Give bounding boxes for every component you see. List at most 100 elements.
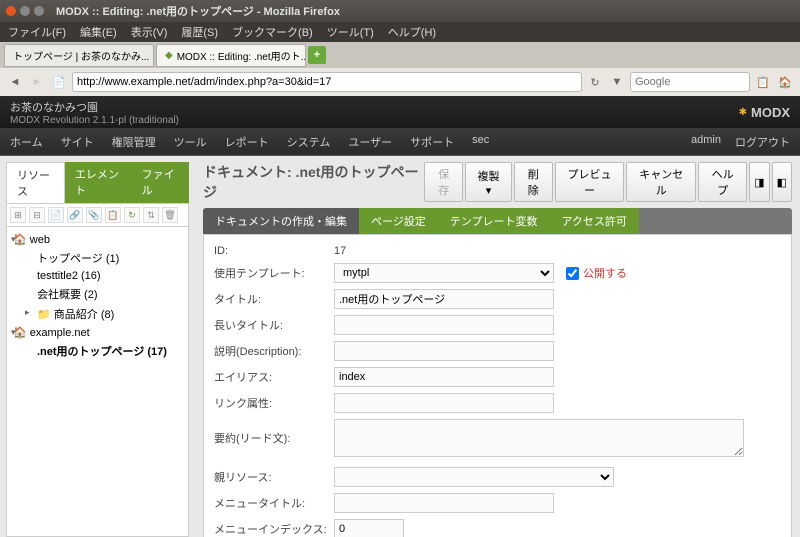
scrapbook-icon[interactable]: 📋	[754, 73, 772, 91]
sidebar: リソース エレメント ファイル ⊞ ⊟ 📄 🔗 📎 📋 ↻ ⇅ 🗑 ▾🏠 web…	[0, 156, 195, 537]
expand-icon[interactable]: ⊞	[10, 207, 26, 223]
browser-menubar: ファイル(F) 編集(E) 表示(V) 履歴(S) ブックマーク(B) ツール(…	[0, 22, 800, 42]
menutitle-input[interactable]	[334, 493, 554, 513]
nav-user-label[interactable]: admin	[691, 134, 721, 150]
cancel-button[interactable]: キャンセル	[626, 162, 696, 202]
sort-icon[interactable]: ⇅	[143, 207, 159, 223]
nav-sec[interactable]: sec	[472, 134, 489, 150]
tab-label: MODX :: Editing: .net用のト...	[177, 48, 306, 63]
nav-home[interactable]: ホーム	[10, 134, 43, 150]
description-input[interactable]	[334, 341, 554, 361]
menu-tools[interactable]: ツール(T)	[327, 24, 374, 40]
publish-label: 公開する	[583, 265, 627, 281]
tree-item[interactable]: testtitle2 (16)	[9, 268, 186, 284]
collapse-icon[interactable]: ▾	[11, 327, 16, 338]
new-static-icon[interactable]: 📋	[105, 207, 121, 223]
id-value: 17	[334, 245, 346, 257]
tab-resources[interactable]: リソース	[6, 162, 65, 203]
toggle2-button[interactable]: ◧	[772, 162, 792, 202]
nav-reports[interactable]: レポート	[225, 134, 269, 150]
tree-context[interactable]: ▾🏠 example.net	[9, 324, 186, 341]
save-button[interactable]: 保存	[424, 162, 463, 202]
nav-support[interactable]: サポート	[410, 134, 454, 150]
duplicate-button[interactable]: 複製 ▾	[465, 162, 512, 202]
reload-button[interactable]: ↻	[586, 73, 604, 91]
tab-files[interactable]: ファイル	[132, 162, 189, 203]
site-name: お茶のなかみつ園	[10, 99, 179, 115]
collapse-icon[interactable]: ▾	[11, 234, 16, 245]
collapse-icon[interactable]: ⊟	[29, 207, 45, 223]
toggle1-button[interactable]: ◨	[749, 162, 769, 202]
template-label: 使用テンプレート:	[214, 265, 334, 281]
tree-item[interactable]: 会社概要 (2)	[9, 284, 186, 304]
publish-checkbox[interactable]	[566, 267, 579, 280]
menu-history[interactable]: 履歴(S)	[181, 24, 218, 40]
tab-template-vars[interactable]: テンプレート変数	[438, 208, 550, 234]
form-panel: ID:17 使用テンプレート: mytpl 公開する タイトル: 長いタイトル:…	[203, 234, 792, 537]
forward-button[interactable]: ►	[28, 73, 46, 91]
nav-user[interactable]: ユーザー	[348, 134, 392, 150]
folder-icon: 📁	[37, 309, 51, 321]
parent-select[interactable]	[334, 467, 614, 487]
preview-button[interactable]: プレビュー	[555, 162, 625, 202]
modx-logo: MODX	[751, 105, 790, 120]
parent-label: 親リソース:	[214, 469, 334, 485]
trash-icon[interactable]: 🗑	[162, 207, 178, 223]
new-symlink-icon[interactable]: 📎	[86, 207, 102, 223]
close-icon[interactable]	[6, 6, 16, 16]
menu-edit[interactable]: 編集(E)	[80, 24, 117, 40]
tab-edit-document[interactable]: ドキュメントの作成・編集	[203, 208, 359, 234]
tree-item-active[interactable]: .net用のトップページ (17)	[9, 341, 186, 361]
tree-item[interactable]: トップページ (1)	[9, 248, 186, 268]
panel-tabs: ドキュメントの作成・編集 ページ設定 テンプレート変数 アクセス許可	[203, 208, 792, 234]
summary-textarea[interactable]	[334, 419, 744, 457]
title-input[interactable]	[334, 289, 554, 309]
back-button[interactable]: ◄	[6, 73, 24, 91]
tree-context[interactable]: ▾🏠 web	[9, 231, 186, 248]
nav-site[interactable]: サイト	[61, 134, 94, 150]
expand-icon[interactable]: ▸	[25, 307, 30, 318]
new-doc-icon[interactable]: 📄	[48, 207, 64, 223]
menu-file[interactable]: ファイル(F)	[8, 24, 66, 40]
browser-tab[interactable]: トップページ | お茶のなかみ... ×	[4, 44, 154, 67]
menu-bookmarks[interactable]: ブックマーク(B)	[232, 24, 313, 40]
tab-page-settings[interactable]: ページ設定	[359, 208, 438, 234]
longtitle-input[interactable]	[334, 315, 554, 335]
tree-item[interactable]: ▸📁 商品紹介 (8)	[9, 304, 186, 324]
modx-navbar: ホーム サイト 権限管理 ツール レポート システム ユーザー サポート sec…	[0, 128, 800, 156]
search-input[interactable]	[630, 72, 750, 92]
minimize-icon[interactable]	[20, 6, 30, 16]
delete-button[interactable]: 削除	[514, 162, 553, 202]
tab-elements[interactable]: エレメント	[65, 162, 132, 203]
menuindex-label: メニューインデックス:	[214, 521, 334, 537]
menu-view[interactable]: 表示(V)	[131, 24, 168, 40]
browser-tab[interactable]: ◆ MODX :: Editing: .net用のト... ×	[156, 44, 306, 67]
menu-help[interactable]: ヘルプ(H)	[388, 24, 436, 40]
nav-system[interactable]: システム	[287, 134, 331, 150]
linkattr-input[interactable]	[334, 393, 554, 413]
new-link-icon[interactable]: 🔗	[67, 207, 83, 223]
resource-tree: ▾🏠 web トップページ (1) testtitle2 (16) 会社概要 (…	[6, 227, 189, 537]
help-button[interactable]: ヘルプ	[698, 162, 747, 202]
browser-tabbar: トップページ | お茶のなかみ... × ◆ MODX :: Editing: …	[0, 42, 800, 68]
main-panel: ドキュメント: .net用のトップページ 保存 複製 ▾ 削除 プレビュー キャ…	[195, 156, 800, 537]
menuindex-input[interactable]	[334, 519, 404, 537]
tab-permissions[interactable]: アクセス許可	[549, 208, 638, 234]
modx-logo-icon: ✱	[739, 107, 747, 118]
nav-tools[interactable]: ツール	[174, 134, 207, 150]
summary-label: 要約(リード文):	[214, 430, 334, 446]
page-icon: 📄	[50, 73, 68, 91]
nav-security[interactable]: 権限管理	[112, 134, 156, 150]
url-input[interactable]	[72, 72, 582, 92]
template-select[interactable]: mytpl	[334, 263, 554, 283]
browser-urlbar: ◄ ► 📄 ↻ ▼ 📋 🏠	[0, 68, 800, 96]
nav-logout[interactable]: ログアウト	[735, 134, 790, 150]
bookmark-icon[interactable]: ▼	[608, 73, 626, 91]
description-label: 説明(Description):	[214, 343, 334, 359]
tree-toolbar: ⊞ ⊟ 📄 🔗 📎 📋 ↻ ⇅ 🗑	[6, 203, 189, 227]
maximize-icon[interactable]	[34, 6, 44, 16]
new-tab-button[interactable]: +	[308, 46, 326, 64]
refresh-icon[interactable]: ↻	[124, 207, 140, 223]
alias-input[interactable]	[334, 367, 554, 387]
home-button[interactable]: 🏠	[776, 73, 794, 91]
